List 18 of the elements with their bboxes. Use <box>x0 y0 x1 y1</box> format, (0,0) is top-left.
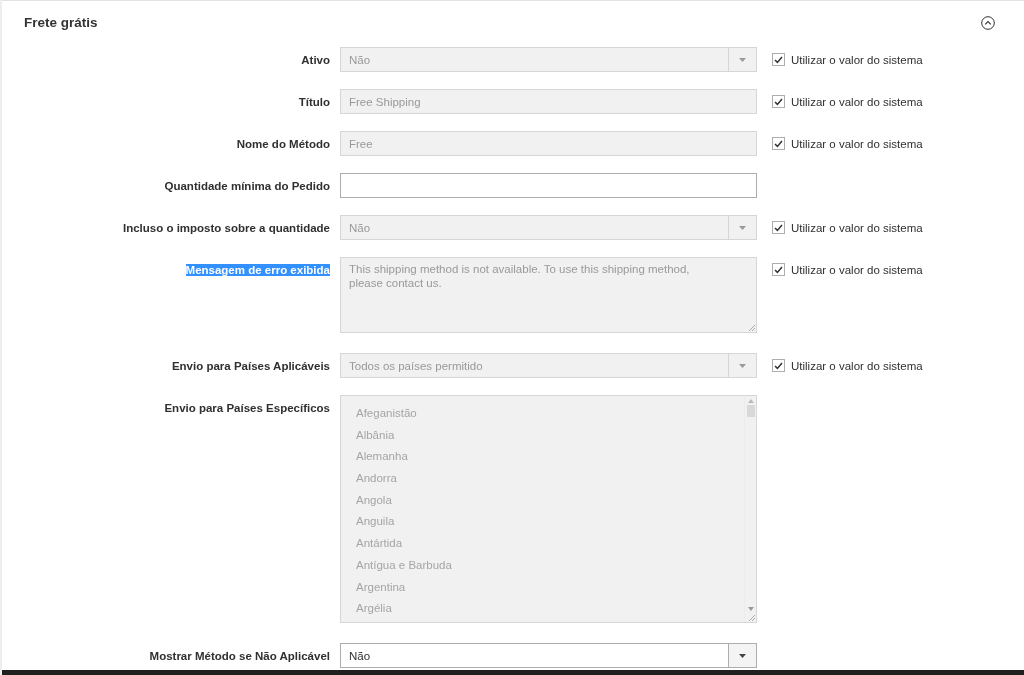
dropdown-field[interactable]: Não <box>340 643 757 668</box>
caret-icon <box>739 225 746 230</box>
field-label: Ativo <box>301 54 330 66</box>
input-field[interactable] <box>340 173 757 198</box>
field-label: Título <box>298 96 330 108</box>
caret-icon <box>739 57 746 62</box>
field-label: Nome do Método <box>236 138 330 150</box>
field-label: Mensagem de erro exibida <box>185 264 330 276</box>
caret-icon <box>739 653 746 658</box>
field-label: Envio para Países Específicos <box>164 402 330 414</box>
collapse-icon[interactable] <box>981 16 995 30</box>
field-label: Envio para Países Aplicáveis <box>171 360 330 372</box>
field-label: Mostrar Método se Não Aplicável <box>149 650 330 662</box>
textarea-text: This shipping method is not available. To use this shipping method, please contact us. <box>348 262 691 290</box>
caret-icon <box>739 363 746 368</box>
section-title: Frete grátis <box>24 15 98 30</box>
field-label: Incluso o imposto sobre a quantidade <box>122 222 330 234</box>
field-label: Quantidade mínima do Pedido <box>164 180 330 192</box>
